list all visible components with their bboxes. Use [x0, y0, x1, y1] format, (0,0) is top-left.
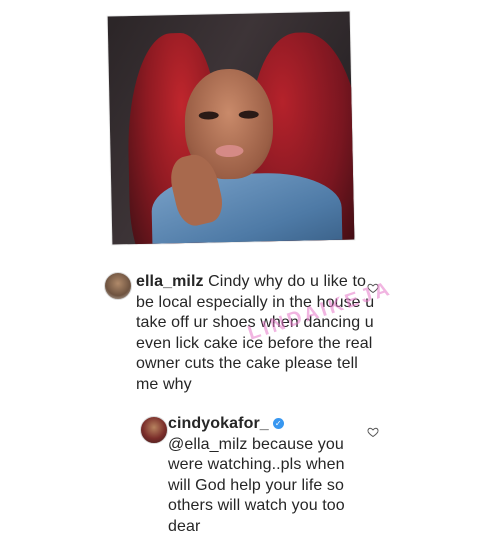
heart-icon[interactable]	[367, 426, 379, 438]
photo-eye-right	[238, 110, 259, 119]
avatar[interactable]	[140, 416, 168, 444]
verified-badge-icon: ✓	[272, 418, 284, 429]
avatar[interactable]	[104, 272, 132, 300]
post-photo[interactable]	[107, 11, 355, 245]
photo-eye-left	[198, 111, 219, 120]
comment-body: ella_milz Cindy why do u like to be loca…	[136, 272, 376, 395]
comment-username[interactable]: ella_milz	[136, 273, 204, 290]
comment-text: @ella_milz because you were watching..pl…	[168, 435, 345, 535]
comment-text: Cindy why do u like to be local especial…	[136, 273, 375, 393]
photo-lips	[215, 144, 244, 158]
comment-body: cindyokafor_ ✓ @ella_milz because you wer…	[168, 414, 368, 537]
comment-username[interactable]: cindyokafor_	[168, 415, 269, 432]
heart-icon[interactable]	[367, 282, 379, 294]
